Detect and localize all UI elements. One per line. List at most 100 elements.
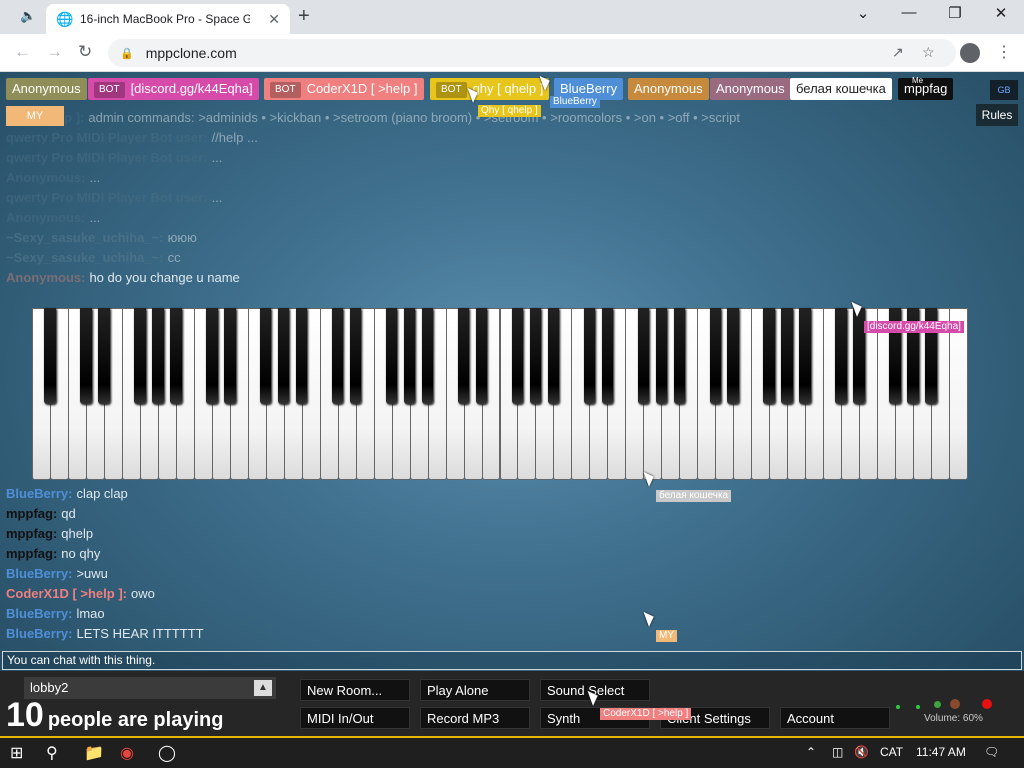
- piano-black-key[interactable]: [601, 308, 614, 404]
- piano-black-key[interactable]: [277, 308, 290, 404]
- user-tag[interactable]: mppfag: [898, 78, 954, 100]
- piano-black-key[interactable]: [511, 308, 524, 404]
- chat-author[interactable]: qwerty Pro MIDI Player Bot user:: [6, 130, 208, 145]
- chat-author[interactable]: mppfag:: [6, 526, 57, 541]
- tab-active[interactable]: 🌐 16-inch MacBook Pro - Space Gr ✕: [46, 4, 290, 34]
- file-explorer-icon[interactable]: 📁: [84, 743, 104, 763]
- new-room-button[interactable]: New Room...: [300, 679, 410, 701]
- piano-black-key[interactable]: [331, 308, 344, 404]
- piano-black-key[interactable]: [152, 308, 164, 404]
- piano-black-key[interactable]: [673, 308, 686, 404]
- piano-black-key[interactable]: [403, 308, 416, 404]
- piano-black-key[interactable]: [475, 308, 488, 404]
- user-tag[interactable]: BOT [discord.gg/k44Eqha]: [88, 78, 259, 100]
- app-icon[interactable]: ◯: [158, 743, 176, 763]
- piano-black-key[interactable]: [421, 308, 434, 404]
- chat-author[interactable]: qwerty Pro MIDI Player Bot user:: [6, 190, 208, 205]
- chat-author[interactable]: CoderX1D [ >help ]:: [6, 586, 127, 601]
- user-tag[interactable]: Anonymous: [6, 78, 87, 100]
- mute-icon[interactable]: 🔇: [854, 745, 869, 759]
- chat-author[interactable]: BlueBerry:: [6, 606, 72, 621]
- chat-author[interactable]: BlueBerry:: [6, 626, 72, 641]
- piano-white-key[interactable]: [949, 308, 968, 480]
- windows-start-icon[interactable]: ⊞: [10, 743, 23, 763]
- cursor-label-ghy: Qhy [ qhelp ]: [478, 105, 541, 117]
- chat-author[interactable]: ~Sexy_sasuke_uchiha_~:: [6, 230, 164, 245]
- piano-black-key[interactable]: [44, 308, 56, 404]
- piano-black-key[interactable]: [835, 308, 847, 404]
- piano-black-key[interactable]: [637, 308, 650, 404]
- piano-black-key[interactable]: [799, 308, 811, 404]
- piano-black-key[interactable]: [224, 308, 236, 404]
- piano-black-key[interactable]: [727, 308, 739, 404]
- language-indicator[interactable]: CAT: [880, 745, 903, 759]
- back-button[interactable]: ←: [14, 42, 31, 62]
- piano-black-key[interactable]: [80, 308, 92, 404]
- network-icon[interactable]: ◫: [832, 745, 843, 759]
- piano-black-key[interactable]: [259, 308, 272, 404]
- piano-keyboard[interactable]: [32, 308, 968, 480]
- gb-button[interactable]: GB: [990, 80, 1018, 100]
- chat-author[interactable]: Anonymous:: [6, 270, 85, 285]
- forward-button[interactable]: →: [46, 42, 63, 62]
- piano-black-key[interactable]: [763, 308, 775, 404]
- piano-black-key[interactable]: [655, 308, 668, 404]
- piano-black-key[interactable]: [781, 308, 793, 404]
- piano-black-key[interactable]: [583, 308, 596, 404]
- piano-black-key[interactable]: [170, 308, 182, 404]
- address-bar[interactable]: 🔒 mppclone.com ↗ ☆: [108, 39, 956, 67]
- reload-button[interactable]: ↻: [78, 42, 92, 62]
- maximize-button[interactable]: ❐: [940, 4, 970, 22]
- lock-icon[interactable]: 🔒: [120, 47, 134, 60]
- chat-author[interactable]: mppfag:: [6, 506, 57, 521]
- chat-author[interactable]: BlueBerry:: [6, 486, 72, 501]
- close-window-button[interactable]: ✕: [986, 4, 1016, 22]
- user-tag[interactable]: BOT CoderX1D [ >help ]: [264, 78, 424, 100]
- record-mp3-button[interactable]: Record MP3: [420, 707, 530, 729]
- chat-author[interactable]: BlueBerry:: [6, 566, 72, 581]
- minimize-button[interactable]: —: [894, 4, 924, 21]
- chat-text: //help ...: [211, 130, 258, 145]
- menu-kebab-icon[interactable]: ⋮: [996, 42, 1012, 62]
- notification-icon[interactable]: 🗨: [984, 745, 999, 759]
- chevron-down-icon[interactable]: ⌄: [848, 4, 878, 22]
- piano-black-key[interactable]: [547, 308, 560, 404]
- share-icon[interactable]: ↗: [892, 44, 904, 61]
- chat-author[interactable]: Anonymous:: [6, 170, 85, 185]
- piano-black-key[interactable]: [349, 308, 362, 404]
- user-tag[interactable]: Anonymous: [710, 78, 791, 100]
- my-button[interactable]: MY: [6, 106, 64, 126]
- piano-black-key[interactable]: [457, 308, 470, 404]
- speaker-icon[interactable]: 🔈: [20, 8, 36, 24]
- chat-input[interactable]: You can chat with this thing.: [2, 651, 1022, 670]
- chevron-up-icon[interactable]: ⌃: [806, 745, 816, 759]
- play-alone-button[interactable]: Play Alone: [420, 679, 530, 701]
- search-icon[interactable]: ⚲: [46, 743, 58, 763]
- piano-black-key[interactable]: [295, 308, 308, 404]
- piano-black-key[interactable]: [134, 308, 146, 404]
- midi-button[interactable]: MIDI In/Out: [300, 707, 410, 729]
- chat-author[interactable]: Anonymous:: [6, 210, 85, 225]
- piano-black-key[interactable]: [98, 308, 110, 404]
- clock[interactable]: 11:47 AM: [916, 745, 966, 759]
- account-button[interactable]: Account: [780, 707, 890, 729]
- chevron-up-icon[interactable]: ▲: [254, 680, 272, 696]
- piano-black-key[interactable]: [385, 308, 398, 404]
- piano-black-key[interactable]: [206, 308, 218, 404]
- user-tag[interactable]: Anonymous: [628, 78, 709, 100]
- new-tab-button[interactable]: +: [298, 5, 310, 28]
- user-tag[interactable]: BOT ghy [ qhelp ]: [430, 78, 550, 100]
- user-tag[interactable]: белая кошечка: [790, 78, 892, 100]
- piano-black-key[interactable]: [709, 308, 721, 404]
- chat-message: ...D [ >help ]:admin commands: >adminids…: [6, 108, 740, 128]
- rules-button[interactable]: Rules: [976, 104, 1018, 126]
- profile-avatar[interactable]: [960, 43, 980, 63]
- piano-black-key[interactable]: [529, 308, 542, 404]
- volume-knob-icon[interactable]: [950, 699, 960, 709]
- chat-author[interactable]: qwerty Pro MIDI Player Bot user:: [6, 150, 208, 165]
- chat-author[interactable]: ~Sexy_sasuke_uchiha_~:: [6, 250, 164, 265]
- chrome-icon[interactable]: ◉: [120, 743, 134, 763]
- close-tab-icon[interactable]: ✕: [268, 11, 280, 28]
- chat-author[interactable]: mppfag:: [6, 546, 57, 561]
- bookmark-star-icon[interactable]: ☆: [922, 44, 935, 61]
